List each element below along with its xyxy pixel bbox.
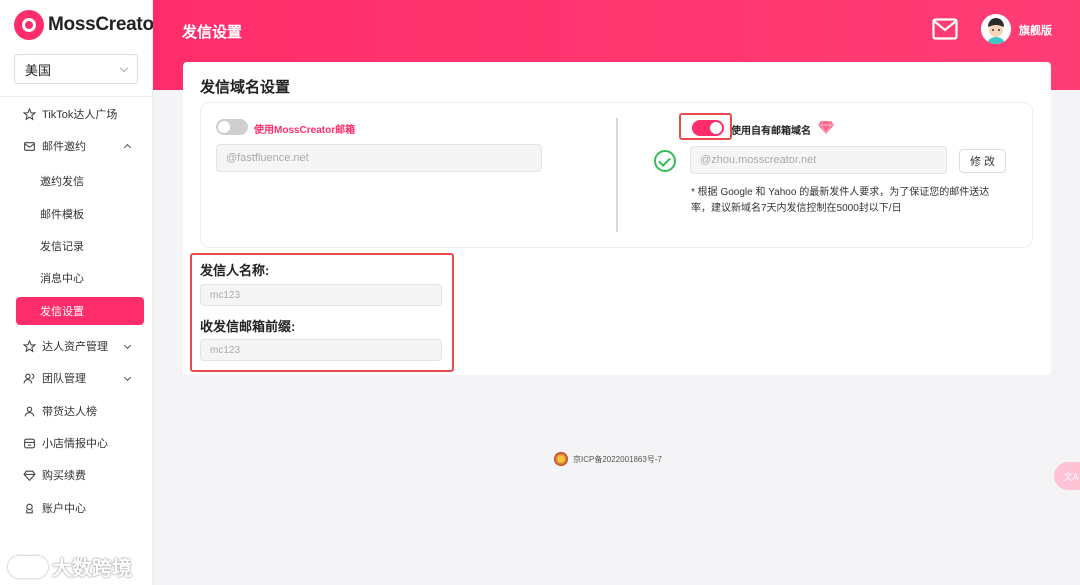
sidebar-item-account[interactable]: 账户中心	[16, 494, 144, 522]
sidebar-subitem-label: 邀约发信	[40, 176, 84, 188]
sidebar-item-shop-intel[interactable]: 小店情报中心	[16, 429, 144, 457]
premium-diamond-icon	[818, 120, 834, 134]
sidebar-item-email-invite[interactable]: 邮件邀约	[16, 132, 144, 160]
sidebar-item-top-sellers[interactable]: 带货达人榜	[16, 397, 144, 425]
watermark-logo-icon	[8, 555, 48, 578]
sidebar-subitem-templates[interactable]: 邮件模板	[16, 200, 144, 228]
sidebar-item-label: 达人资产管理	[42, 341, 108, 353]
sidebar-subitem-label: 邮件模板	[40, 209, 84, 221]
avatar[interactable]	[981, 14, 1011, 44]
sidebar-item-label: 团队管理	[42, 373, 86, 385]
user-icon	[22, 404, 36, 418]
star-icon	[22, 107, 36, 121]
mail-icon	[22, 139, 36, 153]
moss-domain-input[interactable]: @fastfluence.net	[216, 144, 542, 172]
sidebar-divider	[0, 96, 153, 97]
sidebar-item-label: 邮件邀约	[42, 141, 86, 153]
diamond-icon	[22, 468, 36, 482]
sidebar-subitem-label: 发信设置	[40, 306, 84, 318]
page-title: 发信设置	[182, 24, 243, 41]
mail-icon[interactable]	[932, 18, 958, 40]
sidebar-item-label: 带货达人榜	[42, 406, 97, 418]
sidebar-subitem-label: 发信记录	[40, 241, 84, 253]
watermark: 大数跨境	[8, 552, 132, 581]
annotation-highlight-toggle	[679, 113, 732, 140]
sidebar-item-team[interactable]: 团队管理	[16, 364, 144, 392]
sidebar-item-label: TikTok达人广场	[42, 109, 118, 121]
sidebar-item-tiktok-creators[interactable]: TikTok达人广场	[16, 100, 144, 128]
sidebar-subitem-send-settings[interactable]: 发信设置	[16, 297, 144, 325]
sidebar-item-label: 小店情报中心	[42, 438, 108, 450]
sidebar-subitem-messages[interactable]: 消息中心	[16, 264, 144, 292]
logo-text: MossCreator	[48, 14, 161, 35]
translate-icon: 文A	[1063, 471, 1079, 482]
star-icon	[22, 339, 36, 353]
sidebar-item-purchase[interactable]: 购买续费	[16, 461, 144, 489]
moss-domain-toggle[interactable]	[216, 119, 248, 135]
sidebar-item-label: 账户中心	[42, 503, 86, 515]
chevron-down-icon	[123, 373, 132, 382]
footer-icp[interactable]: 京ICP备2022001863号-7	[554, 452, 662, 466]
annotation-highlight-sender-fields	[190, 253, 454, 372]
sidebar-subitem-send-records[interactable]: 发信记录	[16, 232, 144, 260]
sidebar-subitem-invite-send[interactable]: 邀约发信	[16, 167, 144, 195]
region-value: 美国	[25, 62, 52, 78]
chevron-up-icon	[123, 143, 132, 152]
vertical-divider	[616, 118, 618, 232]
users-icon	[22, 371, 36, 385]
verified-check-icon	[654, 150, 676, 172]
logo[interactable]: MossCreator	[14, 10, 161, 40]
region-select[interactable]: 美国	[14, 54, 138, 84]
police-emblem-icon	[554, 452, 568, 466]
sidebar-subitem-label: 消息中心	[40, 273, 84, 285]
plan-badge: 旗舰版	[1019, 25, 1052, 37]
own-domain-label: 使用自有邮箱域名	[731, 126, 811, 137]
icp-text: 京ICP备2022001863号-7	[573, 454, 662, 464]
moss-domain-label: 使用MossCreator邮箱	[254, 125, 356, 136]
shop-icon	[22, 436, 36, 450]
logo-icon	[14, 10, 44, 40]
domain-settings-title: 发信域名设置	[200, 79, 291, 96]
translate-float-button[interactable]: 文A	[1054, 462, 1080, 490]
edit-domain-button[interactable]: 修 改	[959, 149, 1006, 173]
deliverability-note: * 根据 Google 和 Yahoo 的最新发件人要求，为了保证您的邮件送达率…	[691, 187, 990, 214]
domain-options-box: 使用MossCreator邮箱 @fastfluence.net 使用自有邮箱域…	[200, 102, 1033, 248]
sidebar-item-creator-assets[interactable]: 达人资产管理	[16, 332, 144, 360]
chevron-down-icon	[123, 341, 132, 350]
sidebar-item-label: 购买续费	[42, 470, 86, 482]
account-icon	[22, 501, 36, 515]
watermark-text: 大数跨境	[52, 558, 132, 580]
own-domain-input[interactable]: @zhou.mosscreator.net	[690, 146, 947, 174]
sidebar: MossCreator 美国 TikTok达人广场 邮件邀约 邀约发信 邮件模板…	[0, 0, 161, 585]
chevron-down-icon	[119, 63, 129, 72]
